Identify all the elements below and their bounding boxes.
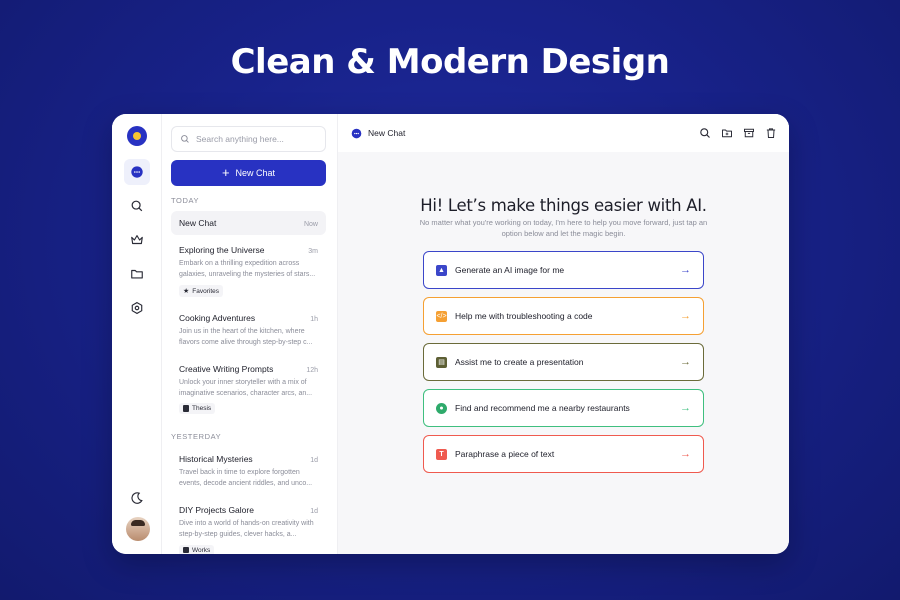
- suggestion-presentation[interactable]: ▤ Assist me to create a presentation →: [423, 343, 704, 381]
- logo-mark: [133, 132, 141, 140]
- search-icon: [131, 200, 143, 212]
- suggestion-restaurants[interactable]: ● Find and recommend me a nearby restaur…: [423, 389, 704, 427]
- archive-button[interactable]: [743, 126, 755, 138]
- food-bowl-icon: ●: [436, 402, 447, 414]
- chat-tag[interactable]: Thesis: [179, 403, 216, 414]
- search-input[interactable]: [196, 134, 316, 144]
- arrow-right-icon: →: [680, 264, 691, 276]
- search-icon: [700, 128, 710, 138]
- archive-icon: [744, 128, 754, 138]
- suggestion-generate-image[interactable]: ▲ Generate an AI image for me →: [423, 251, 704, 289]
- code-icon: </>: [436, 310, 447, 322]
- search-button[interactable]: [699, 126, 711, 138]
- plus-icon: +: [221, 165, 230, 180]
- moon-icon: [131, 492, 143, 504]
- rail-folder-button[interactable]: [124, 261, 150, 287]
- search-icon: [181, 135, 189, 143]
- crown-icon: [131, 235, 143, 245]
- topbar: New Chat: [338, 114, 789, 152]
- folder-add-icon: [722, 129, 732, 138]
- book-icon: [183, 405, 189, 412]
- new-chat-button[interactable]: + New Chat: [171, 160, 326, 186]
- suggestion-label: Assist me to create a presentation: [455, 357, 584, 367]
- rail-chat-button[interactable]: [124, 159, 150, 185]
- chat-preview: Travel back in time to explore forgotten…: [179, 469, 313, 487]
- bag-icon: [183, 547, 189, 553]
- new-folder-button[interactable]: [721, 126, 733, 138]
- image-icon: ▲: [436, 264, 447, 276]
- chat-preview: Dive into a world of hands-on creativity…: [179, 520, 314, 538]
- chat-item[interactable]: New Chat Now: [171, 211, 326, 235]
- folder-icon: [131, 269, 143, 279]
- icon-rail: [112, 114, 162, 554]
- star-icon: ★: [183, 288, 190, 295]
- chat-time: 12h: [306, 367, 318, 374]
- tag-label: Thesis: [192, 405, 212, 412]
- arrow-right-icon: →: [680, 310, 691, 322]
- tag-label: Works: [192, 546, 211, 554]
- arrow-right-icon: →: [680, 448, 691, 460]
- chat-item[interactable]: Exploring the Universe 3m Embark on a th…: [171, 245, 326, 298]
- search-box[interactable]: [171, 126, 326, 152]
- settings-icon: [131, 301, 143, 315]
- presentation-icon: ▤: [436, 356, 447, 368]
- rail-search-button[interactable]: [124, 193, 150, 219]
- chat-item[interactable]: Creative Writing Prompts 12h Unlock your…: [171, 364, 326, 417]
- chat-sidebar: + New Chat TODAY New Chat Now Exploring …: [162, 114, 338, 554]
- suggestion-label: Help me with troubleshooting a code: [455, 311, 593, 321]
- chat-title: Historical Mysteries: [179, 454, 253, 464]
- chat-tag[interactable]: ★ Favorites: [179, 285, 224, 297]
- avatar[interactable]: [126, 517, 150, 541]
- suggestion-troubleshoot-code[interactable]: </> Help me with troubleshooting a code …: [423, 297, 704, 335]
- rail-settings-button[interactable]: [124, 295, 150, 321]
- arrow-right-icon: →: [680, 356, 691, 368]
- chat-title: New Chat: [179, 218, 217, 228]
- suggestion-label: Paraphrase a piece of text: [455, 449, 555, 459]
- trash-icon: [766, 128, 776, 138]
- chat-title: Exploring the Universe: [179, 245, 265, 255]
- chat-time: 1h: [310, 316, 318, 323]
- new-chat-label: New Chat: [235, 168, 276, 178]
- main-panel: New Chat Hi! Let’s make things easier wi…: [338, 114, 789, 554]
- chat-item[interactable]: Historical Mysteries 1d Travel back in t…: [171, 454, 326, 489]
- delete-button[interactable]: [765, 126, 777, 138]
- topbar-actions: [699, 126, 777, 138]
- chat-title: Creative Writing Prompts: [179, 364, 274, 374]
- chat-preview: Unlock your inner storyteller with a mix…: [179, 379, 313, 397]
- theme-toggle-button[interactable]: [124, 485, 150, 511]
- chat-time: Now: [303, 221, 318, 228]
- chat-icon: [131, 166, 143, 178]
- chat-title: DIY Projects Galore: [179, 505, 254, 515]
- chat-time: 1d: [310, 457, 318, 464]
- chat-time: 1d: [310, 508, 318, 515]
- topbar-title: New Chat: [368, 128, 406, 138]
- chat-item[interactable]: DIY Projects Galore 1d Dive into a world…: [171, 505, 326, 554]
- suggestion-label: Find and recommend me a nearby restauran…: [455, 403, 630, 413]
- tag-label: Favorites: [192, 287, 220, 295]
- chat-item[interactable]: Cooking Adventures 1h Join us in the hea…: [171, 313, 326, 348]
- chat-icon: [351, 128, 362, 138]
- chat-preview: Join us in the heart of the kitchen, whe…: [179, 328, 313, 346]
- app-window: + New Chat TODAY New Chat Now Exploring …: [112, 114, 789, 554]
- chat-preview: Embark on a thrilling expedition across …: [179, 260, 316, 278]
- arrow-right-icon: →: [680, 402, 691, 414]
- hero-title: Hi! Let’s make things easier with AI.: [420, 196, 707, 215]
- app-logo[interactable]: [127, 126, 147, 146]
- chat-time: 3m: [308, 248, 318, 255]
- chat-title: Cooking Adventures: [179, 313, 256, 323]
- chat-tag[interactable]: Works: [179, 544, 215, 554]
- suggestion-paraphrase[interactable]: T Paraphrase a piece of text →: [423, 435, 704, 473]
- text-icon: T: [436, 448, 447, 460]
- section-label-yesterday: YESTERDAY: [171, 432, 222, 441]
- rail-premium-button[interactable]: [124, 227, 150, 253]
- suggestion-label: Generate an AI image for me: [455, 265, 565, 275]
- section-label-today: TODAY: [171, 196, 200, 205]
- hero-subtitle: No matter what you're working on today, …: [419, 218, 708, 238]
- headline: Clean & Modern Design: [230, 42, 670, 82]
